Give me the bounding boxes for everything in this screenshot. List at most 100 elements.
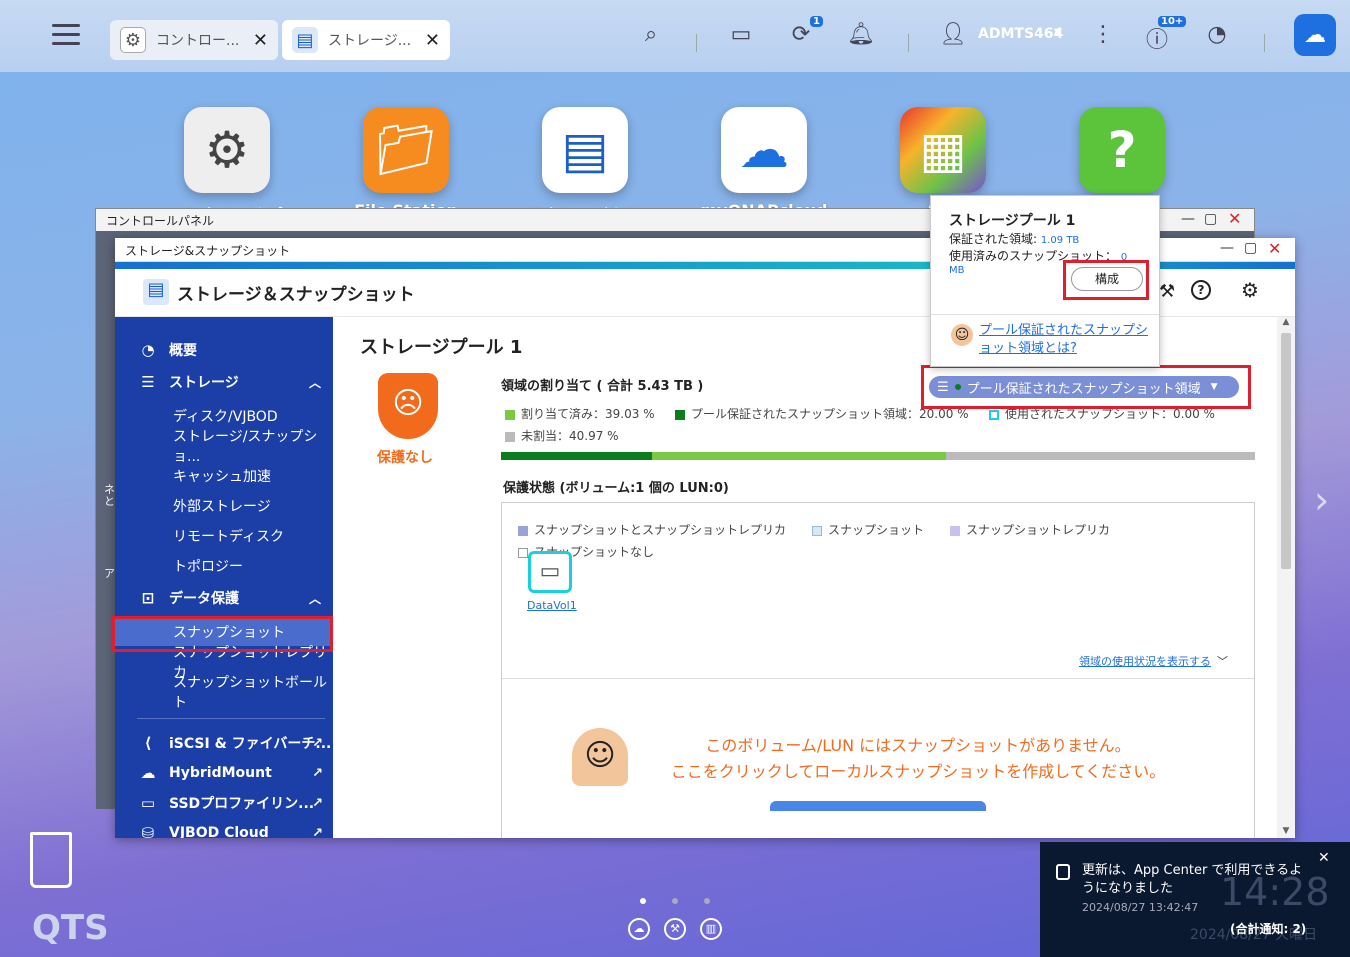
top-bar: ⚙ コントロー... ✕ ▤ ストレージ... ✕ ⌕ ▭ ⟳ 1 🔔︎ 👤︎ …: [0, 0, 1350, 72]
username[interactable]: ADMTS464: [978, 26, 1063, 42]
external-link-icon: ↗: [312, 825, 323, 839]
control-panel-app-icon[interactable]: ⚙: [184, 107, 270, 193]
create-snapshot-button[interactable]: [770, 801, 986, 811]
minimize-button[interactable]: —: [1181, 211, 1195, 227]
myqnapcloud-app-icon[interactable]: ☁: [721, 107, 807, 193]
close-button[interactable]: ✕: [1228, 209, 1241, 228]
volume-link[interactable]: DataVol1: [527, 599, 577, 612]
qts-brand: QTS: [32, 908, 109, 948]
tools-icon[interactable]: ⚒: [664, 918, 686, 940]
menu-icon[interactable]: [52, 20, 80, 50]
notification-time: 2024/08/27 13:42:47: [1082, 901, 1199, 914]
sidebar-item-topology[interactable]: トポロジー: [115, 552, 333, 580]
external-link-icon: ↗: [312, 795, 323, 811]
sidebar-item-storage[interactable]: ☰ ストレージ ︿: [115, 368, 333, 396]
maximize-button[interactable]: ▢: [1244, 240, 1257, 256]
dock: ☁ ⚒ ▥: [628, 918, 722, 940]
shield-icon: ☹: [378, 373, 438, 439]
sidebar-item-hybridmount[interactable]: ☁ HybridMount ↗: [115, 759, 333, 787]
iscsi-icon: ⟨: [144, 734, 152, 752]
status-label: 保護なし: [377, 450, 433, 466]
sidebar-item-overview[interactable]: ◔ 概要: [115, 336, 333, 364]
dashboard-icon: ◔: [141, 341, 155, 359]
sidebar-item-vjbod-cloud[interactable]: ⛁ VJBOD Cloud ↗: [115, 819, 333, 838]
protection-title: 保護状態 (ボリューム:1 個の LUN:0): [503, 481, 729, 496]
sidebar-item-cache[interactable]: キャッシュ加速: [115, 462, 333, 490]
storage-icon: ▤: [143, 279, 169, 305]
sidebar: ◔ 概要 ☰ ストレージ ︿ ディスク/VJBOD ストレージ/スナップショ... キ…: [115, 317, 333, 838]
guaranteed-row: 保証された領域: 1.09 TB: [949, 232, 1080, 246]
legend-unallocated: 未割当：40.97 %: [505, 427, 619, 444]
ssd-icon: ▭: [140, 794, 156, 812]
hybridmount-icon: ☁: [140, 764, 156, 782]
user-icon[interactable]: 👤︎: [938, 22, 968, 47]
divider: [931, 314, 1159, 315]
empty-message[interactable]: このボリューム/LUN にはスナップショットがありません。 ここをクリックしてロ…: [638, 733, 1198, 785]
popover-title: ストレージプール 1: [949, 213, 1076, 229]
page-dots[interactable]: [640, 898, 710, 904]
widgets-icon[interactable]: ▥: [700, 918, 722, 940]
sidebar-item-snapshot-vault[interactable]: スナップショットボールト: [115, 675, 333, 711]
sidebar-item-iscsi[interactable]: ⟨ iSCSI & ファイバーチ... ↗: [115, 729, 333, 757]
external-link-icon: ↗: [312, 765, 323, 781]
tab-label: ストレージ...: [328, 33, 412, 49]
help-app-icon[interactable]: ?: [1079, 107, 1165, 193]
tab-storage[interactable]: ▤ ストレージ... ✕: [282, 20, 450, 60]
notification-total[interactable]: (合計通知: 2): [1230, 920, 1306, 937]
cp-sidebar-fragment: ネと ア: [104, 483, 115, 580]
vjbod-cloud-icon: ⛁: [141, 824, 155, 838]
storage-icon: ▤: [292, 27, 318, 53]
gear-icon: ⚙: [120, 27, 146, 53]
sidebar-item-external-storage[interactable]: 外部ストレージ: [115, 492, 333, 520]
notification-toast[interactable]: 14:28 2024/08/27 火曜日 更新は、App Center で利用で…: [1040, 842, 1350, 957]
update-badge: 10+: [1158, 16, 1187, 27]
volume-disk-icon[interactable]: ▭: [528, 551, 572, 593]
sidebar-item-remote-disk[interactable]: リモートディスク: [115, 522, 333, 550]
protection-panel: スナップショットとスナップショットレプリカ スナップショット スナップショットレ…: [501, 502, 1255, 838]
sidebar-item-storage-snapshots[interactable]: ストレージ/スナップショ...: [115, 429, 333, 465]
prot-legend-replica: スナップショットレプリカ: [950, 521, 1110, 538]
cloud-icon[interactable]: ☁: [628, 918, 650, 940]
close-button[interactable]: ✕: [1268, 239, 1281, 258]
more-icon[interactable]: ⋮: [1088, 22, 1118, 47]
app-center-app-icon[interactable]: ▦: [900, 107, 986, 193]
bell-icon[interactable]: 🔔︎: [846, 22, 876, 47]
maximize-button[interactable]: ▢: [1204, 211, 1217, 227]
mascot-icon: ☺: [572, 728, 628, 786]
file-station-app-icon[interactable]: 📁︎: [363, 107, 449, 193]
database-icon: ☰: [141, 373, 155, 391]
scrollbar[interactable]: ▲ ▼: [1277, 317, 1295, 838]
highlight-box: [1063, 260, 1149, 300]
chevron-down-icon: ﹀: [1217, 655, 1228, 668]
sidebar-item-ssd-profiling[interactable]: ▭ SSDプロファイリン... ↗: [115, 789, 333, 817]
tab-control-panel[interactable]: ⚙ コントロー... ✕: [110, 20, 278, 60]
next-page-chevron[interactable]: ›: [1314, 478, 1329, 522]
bar-reserved: [501, 452, 652, 460]
chevron-down-icon[interactable]: ▼: [1054, 27, 1062, 38]
tools-icon[interactable]: ⚒: [1159, 281, 1175, 302]
search-icon[interactable]: ⌕: [636, 22, 666, 47]
settings-icon[interactable]: ⚙: [1241, 278, 1259, 302]
storage-app-icon[interactable]: ▤: [542, 107, 628, 193]
help-icon[interactable]: ?: [1191, 280, 1211, 300]
update-icon: [1056, 864, 1070, 880]
media-icon[interactable]: ▭: [726, 22, 756, 47]
dashboard-icon[interactable]: ◔: [1202, 22, 1232, 47]
chevron-up-icon: ︿: [308, 375, 321, 390]
cloud-icon[interactable]: ☁: [1294, 14, 1336, 56]
close-icon[interactable]: ✕: [253, 30, 268, 51]
close-icon[interactable]: ✕: [425, 30, 440, 51]
highlight-box: [112, 616, 333, 652]
external-link-icon: ↗: [312, 735, 323, 751]
chevron-up-icon: ︿: [308, 591, 321, 606]
close-icon[interactable]: ✕: [1318, 850, 1330, 866]
app-title: ストレージ＆スナップショット: [177, 285, 415, 305]
help-link[interactable]: プール保証されたスナップショット領域とは?: [979, 322, 1151, 358]
minimize-button[interactable]: —: [1220, 240, 1234, 256]
sidebar-item-data-protection[interactable]: ⊡ データ保護 ︿: [115, 584, 333, 612]
notification-message: 更新は、App Center で利用できるようになりました: [1082, 863, 1303, 896]
show-usage-link[interactable]: 領域の使用状況を表示する ﹀: [1079, 653, 1228, 669]
pool-popover: ストレージプール 1 保証された領域: 1.09 TB 使用済みのスナップショッ…: [930, 195, 1160, 367]
legend-allocated: 割り当て済み：39.03 %: [505, 405, 655, 422]
trash-icon[interactable]: [30, 832, 72, 888]
